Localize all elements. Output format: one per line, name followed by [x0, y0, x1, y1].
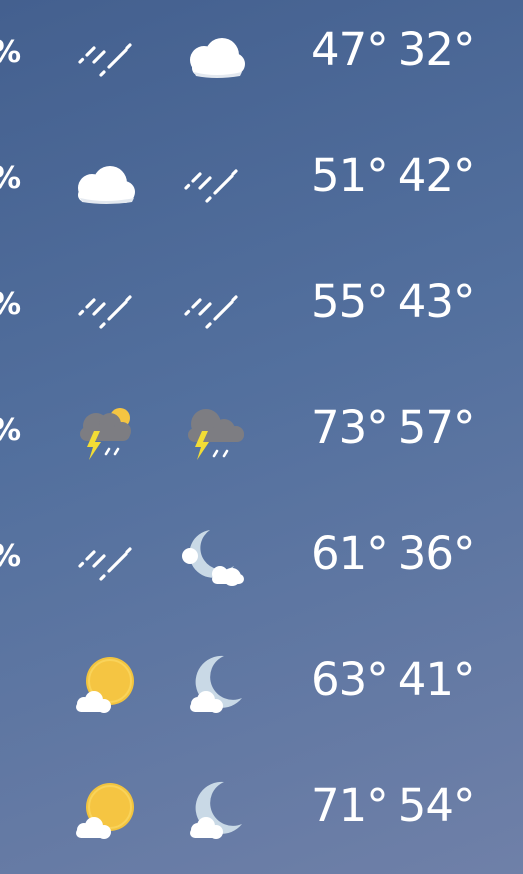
low-temp: 41°	[397, 653, 476, 706]
cloud-icon	[176, 22, 252, 86]
forecast-row[interactable]: %	[0, 504, 523, 630]
temperature-range: 63° 41°	[311, 657, 476, 702]
precip-percent: %	[0, 542, 21, 572]
high-temp: 47°	[311, 23, 389, 76]
rain-icon	[70, 274, 146, 338]
temperature-range: 51° 42°	[311, 153, 476, 198]
high-temp: 61°	[311, 527, 389, 580]
forecast-row[interactable]: %	[0, 0, 523, 126]
sun-cloud-icon	[70, 652, 146, 716]
sun-cloud-icon	[70, 778, 146, 842]
daily-forecast-list: %	[0, 0, 523, 874]
temperature-range: 73° 57°	[311, 405, 476, 450]
temperature-range: 71° 54°	[311, 783, 476, 828]
rain-icon	[176, 274, 252, 338]
forecast-row[interactable]: %	[0, 126, 523, 252]
forecast-row[interactable]: 63° 41°	[0, 630, 523, 756]
rain-icon	[176, 148, 252, 212]
high-temp: 73°	[311, 401, 389, 454]
precip-percent: %	[0, 38, 21, 68]
low-temp: 32°	[397, 23, 476, 76]
high-temp: 55°	[311, 275, 389, 328]
cloud-icon	[70, 148, 146, 212]
low-temp: 57°	[397, 401, 476, 454]
high-temp: 63°	[311, 653, 389, 706]
high-temp: 51°	[311, 149, 389, 202]
precip-percent: %	[0, 416, 21, 446]
temperature-range: 55° 43°	[311, 279, 476, 324]
high-temp: 71°	[311, 779, 389, 832]
moon-cloud-icon	[176, 526, 252, 590]
rain-icon	[70, 526, 146, 590]
forecast-row[interactable]: 71° 54°	[0, 756, 523, 874]
temperature-range: 47° 32°	[311, 27, 476, 72]
low-temp: 42°	[397, 149, 476, 202]
forecast-row[interactable]: %	[0, 378, 523, 504]
low-temp: 43°	[397, 275, 476, 328]
rain-icon	[70, 22, 146, 86]
low-temp: 36°	[397, 527, 476, 580]
temperature-range: 61° 36°	[311, 531, 476, 576]
moon-cloud-icon	[176, 652, 252, 716]
low-temp: 54°	[397, 779, 476, 832]
moon-cloud-icon	[176, 778, 252, 842]
thunderstorm-icon	[176, 400, 252, 464]
forecast-row[interactable]: %	[0, 252, 523, 378]
thunderstorm-sun-icon	[70, 400, 146, 464]
precip-percent: %	[0, 164, 21, 194]
precip-percent: %	[0, 290, 21, 320]
